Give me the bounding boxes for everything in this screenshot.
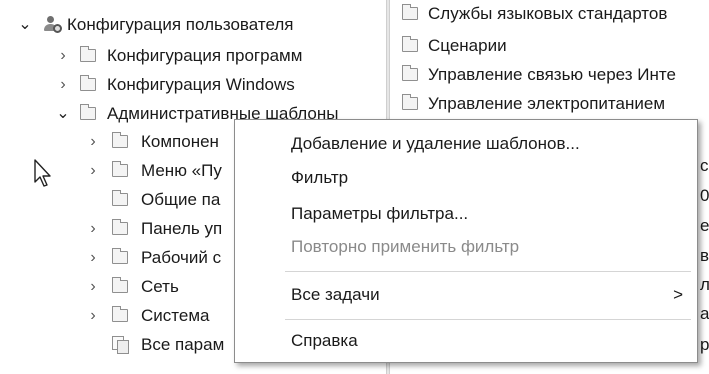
- tree-item-label: Сеть: [141, 277, 179, 296]
- menu-item-label: Все задачи: [291, 285, 380, 304]
- chevron-right-icon[interactable]: ›: [84, 274, 102, 300]
- chevron-right-icon[interactable]: ›: [54, 43, 72, 69]
- folder-icon: [402, 36, 418, 52]
- chevron-right-icon[interactable]: ›: [84, 158, 102, 184]
- tree-item-control-panel[interactable]: › Панель уп: [0, 216, 240, 242]
- clipped-char: в: [700, 246, 709, 265]
- tree-item-label: Все парам: [141, 335, 225, 354]
- tree-item-label: Меню «Пу: [141, 161, 222, 180]
- folder-icon: [112, 161, 128, 177]
- tree-item-components[interactable]: › Компонен: [0, 129, 240, 155]
- folder-icon: [112, 306, 128, 322]
- clipped-char: е: [700, 216, 709, 235]
- folder-icon: [402, 4, 418, 20]
- tree-item-label: Панель уп: [141, 219, 223, 238]
- menu-separator: [285, 319, 691, 320]
- chevron-right-icon[interactable]: ›: [84, 303, 102, 329]
- tree-item-label: Конфигурация пользователя: [67, 15, 294, 34]
- menu-item-filter-options[interactable]: Параметры фильтра...: [235, 200, 697, 228]
- list-item-label: Сценарии: [428, 36, 507, 55]
- folder-icon: [112, 190, 128, 206]
- tree-item-user-config[interactable]: ⌄ Конфигурация пользователя: [0, 12, 380, 38]
- context-menu: Добавление и удаление шаблонов... Фильтр…: [234, 119, 698, 363]
- list-item-label: Службы языковых стандартов: [428, 4, 668, 23]
- chevron-down-icon[interactable]: ⌄: [16, 12, 34, 38]
- clipped-char: р: [700, 335, 709, 354]
- menu-item-help[interactable]: Справка: [235, 327, 697, 355]
- folder-icon: [402, 94, 418, 110]
- menu-separator: [285, 271, 691, 272]
- chevron-right-icon[interactable]: ›: [84, 129, 102, 155]
- tree-item-all-settings[interactable]: Все парам: [0, 332, 240, 358]
- folder-icon: [112, 277, 128, 293]
- folder-icon: [112, 132, 128, 148]
- chevron-right-icon[interactable]: ›: [84, 216, 102, 242]
- menu-item-label: Повторно применить фильтр: [291, 237, 520, 256]
- chevron-right-icon[interactable]: ›: [54, 72, 72, 98]
- folder-icon: [80, 104, 96, 120]
- clipped-char: а: [700, 304, 709, 323]
- menu-item-label: Добавление и удаление шаблонов...: [291, 134, 580, 153]
- tree-item-windows-settings[interactable]: › Конфигурация Windows: [0, 72, 380, 98]
- chevron-right-icon[interactable]: ›: [84, 245, 102, 271]
- list-item-label: Управление связью через Инте: [428, 65, 676, 84]
- menu-item-reapply-filter: Повторно применить фильтр: [235, 233, 697, 261]
- menu-item-filter[interactable]: Фильтр: [235, 164, 697, 192]
- tree-item-label: Компонен: [141, 132, 219, 151]
- mouse-cursor-icon: [34, 159, 51, 187]
- folder-icon: [80, 46, 96, 62]
- tree-item-network[interactable]: › Сеть: [0, 274, 240, 300]
- settings-list-icon: [112, 336, 130, 354]
- chevron-down-icon[interactable]: ⌄: [54, 101, 72, 127]
- menu-item-add-remove-templates[interactable]: Добавление и удаление шаблонов...: [235, 130, 697, 158]
- clipped-char: л: [700, 275, 709, 294]
- chevron-right-icon: >: [673, 285, 683, 304]
- menu-item-all-tasks[interactable]: Все задачи >: [235, 281, 697, 309]
- tree-item-desktop[interactable]: › Рабочий с: [0, 245, 240, 271]
- tree-item-system[interactable]: › Система: [0, 303, 240, 329]
- tree-item-label: Система: [141, 306, 210, 325]
- user-config-icon: [44, 16, 62, 34]
- folder-icon: [402, 65, 418, 81]
- clipped-char: с: [700, 156, 709, 175]
- tree-item-shared-folders[interactable]: Общие па: [0, 187, 240, 213]
- menu-item-label: Фильтр: [291, 168, 349, 187]
- folder-icon: [112, 248, 128, 264]
- folder-icon: [80, 75, 96, 91]
- tree-item-label: Конфигурация Windows: [107, 75, 295, 94]
- folder-icon: [112, 219, 128, 235]
- tree-item-label: Рабочий с: [141, 248, 222, 267]
- menu-item-label: Справка: [291, 331, 358, 350]
- tree-item-label: Общие па: [141, 190, 221, 209]
- list-item-label: Управление электропитанием: [428, 94, 666, 113]
- tree-item-software-settings[interactable]: › Конфигурация программ: [0, 43, 380, 69]
- menu-item-label: Параметры фильтра...: [291, 204, 469, 223]
- tree-item-label: Конфигурация программ: [107, 46, 303, 65]
- clipped-char: 0: [700, 186, 709, 205]
